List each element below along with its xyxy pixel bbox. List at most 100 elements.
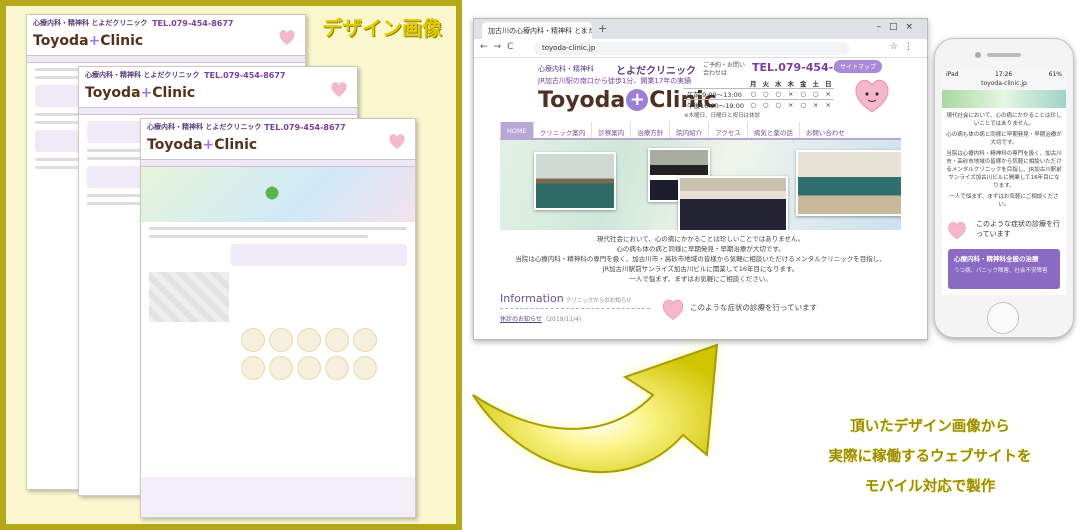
hours-mark: × bbox=[784, 99, 797, 110]
office-hours-table: 月火水木金土日午前 9:00～13:00 ○ ○ ○ × ○ ○ × 午後16:00～19:00… bbox=[684, 78, 835, 119]
camera-icon bbox=[975, 52, 981, 58]
mobile-treatment-banner[interactable]: 心療内科・精神科全般の治療 うつ病、パニック障害、社会不安障害 bbox=[948, 249, 1060, 289]
hours-mark: ○ bbox=[796, 99, 810, 110]
nav-item[interactable]: アクセス bbox=[708, 122, 747, 138]
doctor-staff-photo bbox=[678, 176, 788, 230]
mobile-intro-line: 一人で悩まず、まずはお気軽にご相談ください。 bbox=[949, 194, 1059, 208]
nav-item[interactable]: お問い合わせ bbox=[798, 122, 851, 138]
mobile-screen: iPad 17:26 61% toyoda-clinic.jp 現代社会において、心… bbox=[942, 69, 1066, 295]
hours-mark: ○ bbox=[759, 88, 772, 100]
hours-mark: × bbox=[821, 99, 835, 110]
heart-icon bbox=[279, 30, 295, 45]
waiting-room-photo bbox=[534, 152, 616, 210]
hours-mark: × bbox=[784, 88, 797, 100]
intro-line: 心の病も体の病と同様に早期発見・早期治療が大切です。 bbox=[616, 245, 785, 253]
nav-item[interactable]: 院内紹介 bbox=[669, 122, 708, 138]
browser-tab-bar: 加古川の心療内科・精神科 とよだクリ × + –□× bbox=[474, 19, 927, 39]
intro-text: 現代社会において、心の病にかかることは珍しいことではありません。 心の病も体の病と… bbox=[500, 234, 901, 284]
site-header: 心療内科・精神科 とよだクリニック JR加古川駅の南口から徒歩1分、開業17年の… bbox=[500, 58, 901, 122]
heart-mascot-icon bbox=[855, 79, 889, 113]
site-subtitle: 心療内科・精神科 bbox=[538, 65, 594, 73]
browser-tab-title: 加古川の心療内科・精神科 とよだクリ bbox=[488, 27, 592, 35]
nav-item[interactable]: 病気と薬の話 bbox=[746, 122, 799, 138]
navigation-buttons[interactable]: ←→C bbox=[480, 42, 519, 52]
mobile-phone-frame: iPad 17:26 61% toyoda-clinic.jp 現代社会において、心… bbox=[934, 38, 1074, 338]
mock-logo: Toyoda+Clinic bbox=[33, 33, 144, 49]
day-header: 木 bbox=[787, 80, 794, 88]
mobile-intro-line: 当院は心療内科・精神科の専門を扱く、加古川市・高砂市地域の皆様から気軽に相談いた… bbox=[946, 151, 1062, 189]
home-button[interactable] bbox=[987, 302, 1019, 334]
day-header: 月 bbox=[749, 80, 757, 88]
symptom-heading: このような症状の診療を行っています bbox=[690, 303, 818, 312]
information-heading: Information クリニックからのお知らせ bbox=[500, 292, 632, 305]
hours-note: ※木曜日、日曜日と祝日は休診 bbox=[684, 113, 761, 119]
mock-map bbox=[149, 272, 229, 322]
heart-mascot-icon bbox=[662, 299, 684, 320]
mobile-intro-line: 心の病も体の病と同様に早期発見・早期治療が大切です。 bbox=[946, 132, 1062, 146]
nav-item[interactable]: 診察案内 bbox=[591, 122, 630, 138]
url-field[interactable]: toyoda-clinic.jp bbox=[534, 42, 849, 55]
day-header: 金 bbox=[799, 80, 807, 88]
intro-line: 現代社会において、心の病にかかることは珍しいことではありません。 bbox=[596, 235, 805, 243]
hours-mark: ○ bbox=[759, 99, 772, 110]
mock-tel: TEL.079-454-8677 bbox=[152, 19, 234, 28]
curved-arrow-icon bbox=[472, 343, 719, 473]
heart-mascot-icon bbox=[948, 222, 966, 240]
desktop-browser-window: 加古川の心療内科・精神科 とよだクリ × + –□× ←→C toyoda-cl… bbox=[473, 18, 928, 340]
mobile-status-bar: iPad 17:26 61% bbox=[942, 69, 1066, 80]
design-panel-title: デザイン画像 bbox=[322, 16, 442, 40]
hours-slot-label: 午後16:00～19:00 bbox=[684, 99, 747, 110]
nav-item[interactable]: 治療方針 bbox=[630, 122, 669, 138]
design-mockup-3: 心療内科・精神科 とよだクリニック TEL.079-454-8677 Toyod… bbox=[140, 118, 416, 518]
mobile-intro-text: 現代社会において、心の病にかかることは珍しいことではありません。 心の病も体の病と… bbox=[942, 108, 1066, 209]
mock-tel: TEL.079-454-8677 bbox=[204, 71, 286, 80]
caption-line: 頂いたデザイン画像から bbox=[850, 419, 1010, 435]
hours-mark: ○ bbox=[746, 99, 760, 110]
hours-mark: ○ bbox=[771, 88, 785, 100]
window-controls[interactable]: –□× bbox=[876, 22, 921, 32]
intro-line: 当院は心療内科・精神科の専門を扱く、加古川市・高砂市地域の皆様から気軽に相談いた… bbox=[515, 255, 886, 263]
site-name: とよだクリニック bbox=[616, 66, 696, 77]
address-bar-row: ←→C toyoda-clinic.jp ☆⋮ bbox=[474, 39, 927, 58]
info-section: Information クリニックからのお知らせ 休診のお知らせ (2019/11/… bbox=[500, 292, 901, 332]
intro-line: 一人で悩まず、まずはお気軽にご相談ください。 bbox=[629, 275, 772, 283]
browser-menu-icon[interactable]: ☆⋮ bbox=[890, 42, 919, 52]
caption-text: 頂いたデザイン画像から実際に稼働するウェブサイトを モバイル対応で製作 bbox=[800, 412, 1060, 502]
mobile-url[interactable]: toyoda-clinic.jp bbox=[942, 80, 1066, 90]
new-tab-icon[interactable]: + bbox=[598, 22, 607, 35]
mobile-intro-line: 現代社会において、心の病にかかることは珍しいことではありません。 bbox=[946, 113, 1062, 127]
close-tab-icon[interactable]: × bbox=[580, 25, 587, 34]
lounge-photo bbox=[796, 150, 901, 216]
sitemap-button[interactable]: サイトマップ bbox=[834, 60, 883, 73]
site-catchcopy: JR加古川駅の南口から徒歩1分、開業17年の実績 bbox=[538, 77, 692, 85]
site-global-nav: HOME クリニック案内 診察案内 治療方針 院内紹介 アクセス 病気と薬の話 お問い合わせ bbox=[500, 122, 901, 140]
nav-item[interactable]: HOME bbox=[500, 122, 533, 138]
hero-photo-collage bbox=[500, 140, 901, 230]
speaker-icon bbox=[987, 53, 1021, 57]
tel-caption: ご予約・お問い合わせは bbox=[703, 62, 746, 77]
day-header: 火 bbox=[762, 80, 769, 88]
day-header: 土 bbox=[812, 80, 819, 88]
heart-icon bbox=[389, 134, 405, 149]
day-header: 日 bbox=[824, 80, 832, 88]
hours-mark: × bbox=[809, 99, 822, 110]
caption-line: 実際に稼働するウェブサイトを bbox=[828, 449, 1032, 465]
mock-logo: Toyoda+Clinic bbox=[85, 85, 196, 101]
nav-item[interactable]: クリニック案内 bbox=[532, 122, 592, 138]
heart-icon bbox=[331, 82, 347, 97]
news-item[interactable]: 休診のお知らせ (2019/11/4) bbox=[500, 314, 581, 323]
day-header: 水 bbox=[774, 80, 782, 88]
mock-hero-clover bbox=[141, 167, 415, 222]
mock-tel: TEL.079-454-8677 bbox=[264, 123, 346, 132]
intro-line: JR加古川駅前サンライズ加古川ビルに開業して16年目になります。 bbox=[602, 265, 799, 273]
hours-mark: × bbox=[821, 88, 835, 100]
design-image-panel: デザイン画像 心療内科・精神科 とよだクリニック TEL.079-454-867… bbox=[0, 0, 462, 530]
mobile-hero-strip bbox=[942, 90, 1066, 108]
browser-tab[interactable]: 加古川の心療内科・精神科 とよだクリ × bbox=[482, 22, 592, 39]
hours-mark: ○ bbox=[796, 88, 810, 100]
caption-line: モバイル対応で製作 bbox=[864, 479, 996, 495]
page-viewport: 心療内科・精神科 とよだクリニック JR加古川駅の南口から徒歩1分、開業17年の… bbox=[474, 58, 927, 339]
hours-mark: ○ bbox=[771, 99, 785, 110]
hours-slot-label: 午前 9:00～13:00 bbox=[684, 88, 747, 100]
hours-mark: ○ bbox=[809, 88, 822, 100]
